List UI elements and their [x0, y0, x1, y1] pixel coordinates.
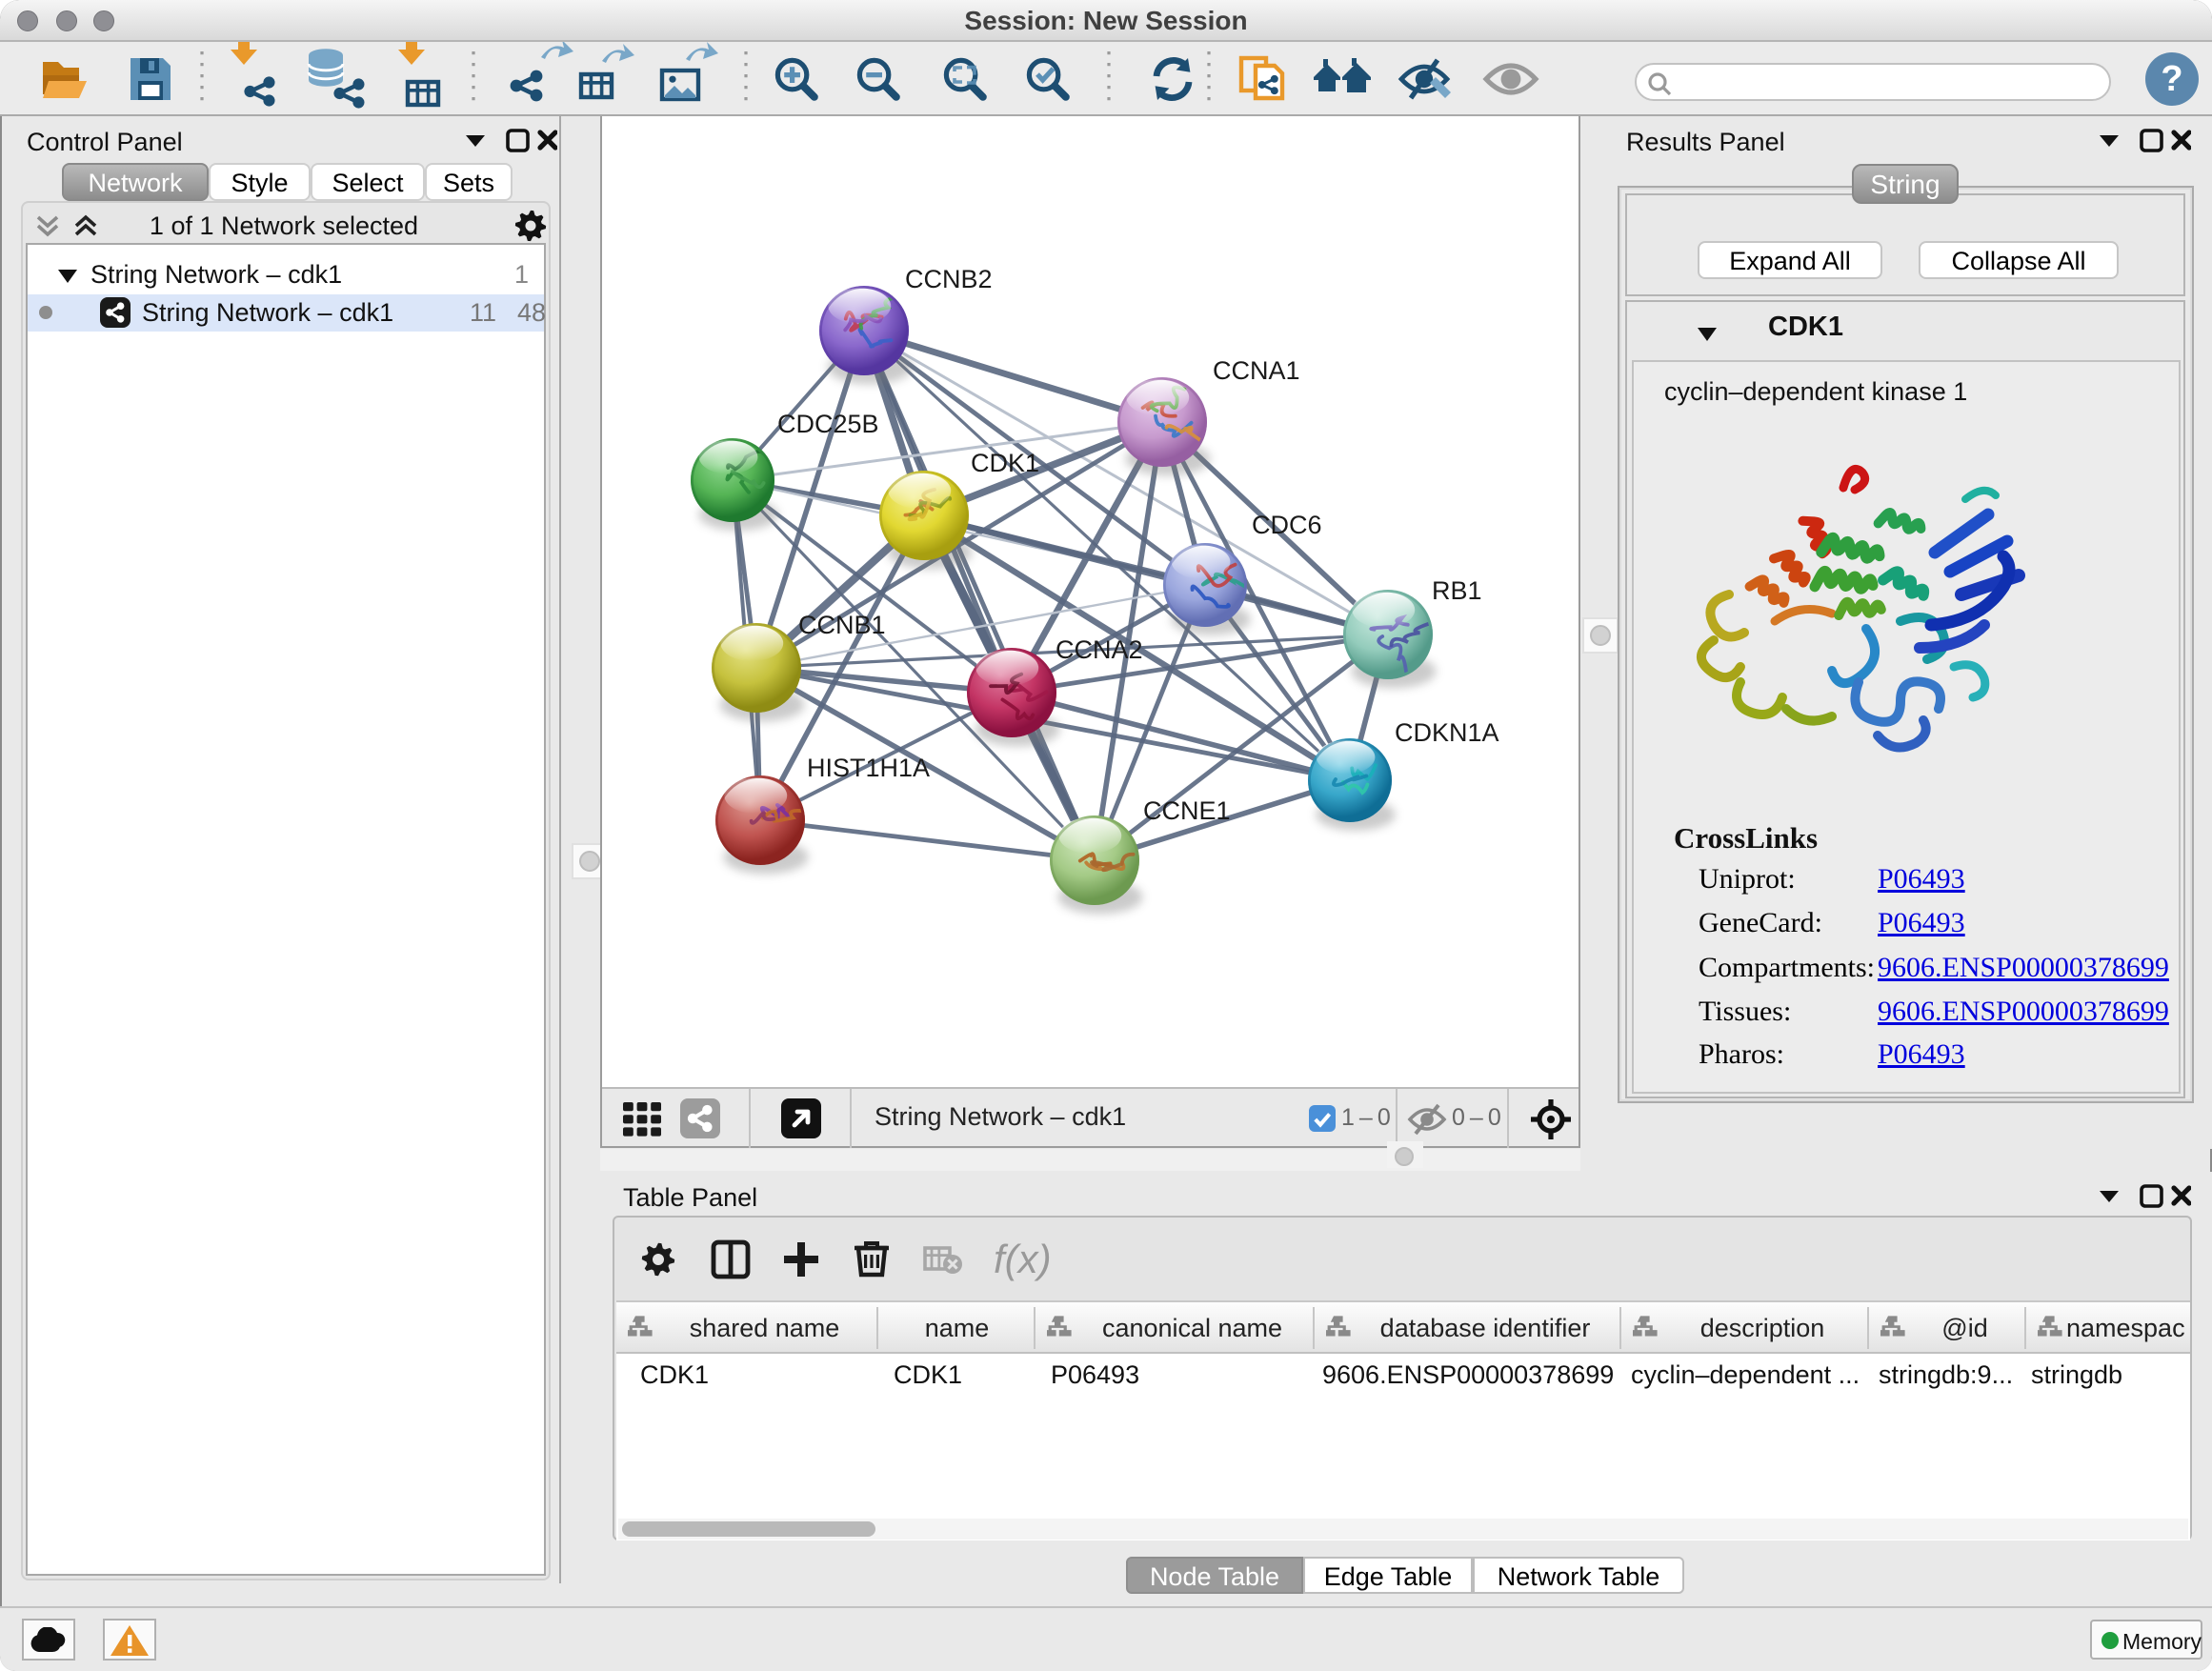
svg-text:CDC6: CDC6 [1252, 511, 1322, 539]
svg-text:CCNA2: CCNA2 [1056, 635, 1143, 664]
svg-text:RB1: RB1 [1432, 576, 1482, 605]
svg-text:CDK1: CDK1 [971, 449, 1039, 477]
svg-text:f(x): f(x) [994, 1237, 1052, 1281]
svg-text:CDKN1A: CDKN1A [1395, 718, 1499, 747]
svg-text:CCNE1: CCNE1 [1143, 796, 1231, 825]
svg-text:HIST1H1A: HIST1H1A [807, 754, 930, 782]
svg-text:CCNB1: CCNB1 [798, 611, 886, 639]
svg-text:CCNA1: CCNA1 [1213, 356, 1300, 385]
svg-text:CDC25B: CDC25B [777, 410, 879, 438]
svg-text:CCNB2: CCNB2 [905, 265, 993, 293]
